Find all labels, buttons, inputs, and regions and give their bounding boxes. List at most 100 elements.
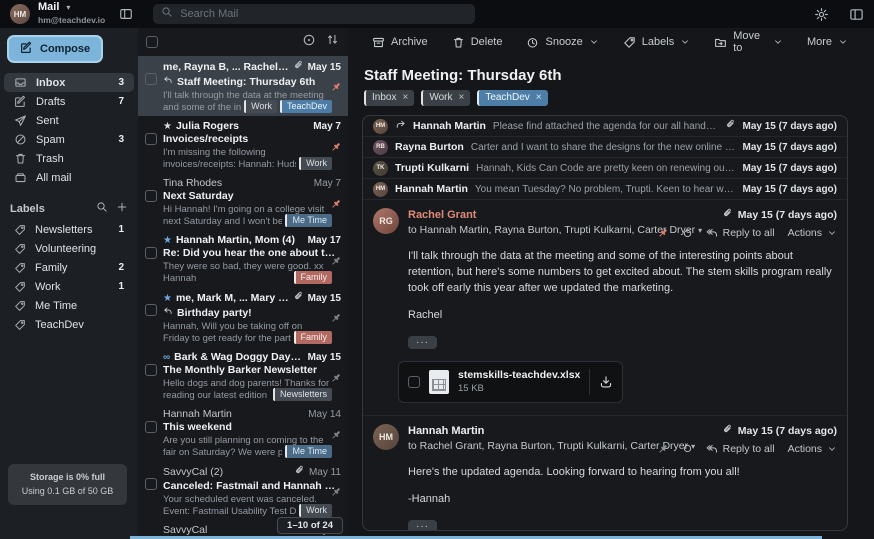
- email-checkbox[interactable]: [145, 133, 157, 145]
- delete-button[interactable]: Delete: [452, 36, 503, 49]
- account-switcher[interactable]: Mail hm@teachdev.io: [38, 1, 105, 27]
- pin-icon[interactable]: [330, 312, 342, 324]
- email-list-item[interactable]: Tina Rhodes May 7 Next Saturday Hi Hanna…: [138, 173, 348, 230]
- message-recipients[interactable]: to Rachel Grant, Rayna Burton, Trupti Ku…: [408, 439, 648, 453]
- email-list-item[interactable]: ★ Julia Rogers May 7 Invoices/receipts I…: [138, 116, 348, 173]
- sidebar-item-all-mail[interactable]: All mail: [4, 168, 134, 187]
- email-list-item[interactable]: ∞ Bark & Wag Doggy Daycare May 15 The Mo…: [138, 347, 348, 404]
- remove-label-icon[interactable]: [402, 90, 408, 106]
- collapsed-message[interactable]: RB Rayna Burton Carter and I want to sha…: [363, 137, 847, 158]
- email-checkbox[interactable]: [145, 304, 157, 316]
- email-list-item[interactable]: me, Rayna B, ... Rachel G (6) May 15 Sta…: [138, 56, 348, 116]
- email-checkbox[interactable]: [145, 421, 157, 433]
- reply-all-button[interactable]: Reply to all: [706, 443, 775, 455]
- read-filter-icon[interactable]: [302, 33, 316, 52]
- star-icon[interactable]: ★: [163, 294, 172, 304]
- account-avatar[interactable]: HM: [10, 4, 30, 24]
- snooze-button[interactable]: Snooze: [526, 36, 598, 49]
- move-to-button[interactable]: Move to: [714, 30, 783, 54]
- sidebar-item-inbox[interactable]: Inbox 3: [4, 73, 134, 92]
- show-quoted-text-button[interactable]: [408, 336, 437, 349]
- email-subject: Staff Meeting: Thursday 6th: [177, 76, 315, 89]
- pin-icon[interactable]: [657, 227, 669, 239]
- message-snippet: Please find attached the agenda for our …: [493, 121, 718, 132]
- label-chip[interactable]: Work: [244, 100, 277, 113]
- remove-label-icon[interactable]: [458, 90, 464, 106]
- pin-icon[interactable]: [330, 141, 342, 153]
- sidebar-label-newsletters[interactable]: Newsletters 1: [4, 220, 134, 239]
- label-chip-teachdev[interactable]: TeachDev: [477, 90, 547, 106]
- sidebar-label-teachdev[interactable]: TeachDev: [4, 315, 134, 334]
- compose-button[interactable]: Compose: [7, 35, 103, 63]
- pin-icon[interactable]: [330, 81, 342, 93]
- star-icon[interactable]: ★: [163, 122, 172, 132]
- add-label-icon[interactable]: [116, 201, 128, 216]
- sidebar-item-trash[interactable]: Trash: [4, 149, 134, 168]
- archive-button[interactable]: Archive: [372, 36, 428, 49]
- label-chip[interactable]: Family: [294, 331, 333, 344]
- message-sender[interactable]: Rachel Grant: [408, 208, 648, 223]
- attachment-checkbox[interactable]: [408, 376, 420, 388]
- email-checkbox[interactable]: [145, 73, 157, 85]
- select-all-checkbox[interactable]: [146, 36, 158, 48]
- label-chip[interactable]: Me Time: [285, 214, 332, 227]
- sidebar-item-spam[interactable]: Spam 3: [4, 130, 134, 149]
- pin-icon[interactable]: [657, 443, 669, 455]
- label-chip-work[interactable]: Work: [421, 90, 470, 106]
- search-bar[interactable]: [153, 4, 475, 24]
- pin-icon[interactable]: [330, 372, 342, 384]
- remove-label-icon[interactable]: [536, 90, 542, 106]
- sidebar-label-volunteering[interactable]: Volunteering: [4, 239, 134, 258]
- label-chip[interactable]: Work: [299, 157, 332, 170]
- label-chip[interactable]: Newsletters: [273, 388, 332, 401]
- search-input[interactable]: [180, 8, 467, 20]
- email-list-item[interactable]: Hannah Martin May 14 This weekend Are yo…: [138, 404, 348, 461]
- app-name[interactable]: Mail: [38, 1, 105, 14]
- mark-unread-icon[interactable]: [682, 228, 693, 239]
- pagination[interactable]: 1–10 of 24: [277, 517, 343, 534]
- actions-button[interactable]: Actions: [788, 227, 837, 239]
- sort-icon[interactable]: [326, 33, 339, 51]
- sidebar-label-family[interactable]: Family 2: [4, 258, 134, 277]
- pin-icon[interactable]: [330, 255, 342, 267]
- actions-button[interactable]: Actions: [788, 443, 837, 455]
- pin-icon[interactable]: [330, 429, 342, 441]
- mark-unread-icon[interactable]: [682, 443, 693, 454]
- message-sender[interactable]: Hannah Martin: [408, 424, 648, 439]
- reply-all-button[interactable]: Reply to all: [706, 227, 775, 239]
- drafts-count: 7: [118, 96, 124, 107]
- sidebar-item-drafts[interactable]: Drafts 7: [4, 92, 134, 111]
- label-chip[interactable]: Me Time: [285, 445, 332, 458]
- sidebar-label-me-time[interactable]: Me Time: [4, 296, 134, 315]
- message-recipients[interactable]: to Hannah Martin, Rayna Burton, Trupti K…: [408, 223, 648, 237]
- email-checkbox[interactable]: [145, 190, 157, 202]
- email-checkbox[interactable]: [145, 247, 157, 259]
- download-icon[interactable]: [599, 375, 613, 389]
- labels-button[interactable]: Labels: [623, 36, 690, 49]
- email-checkbox[interactable]: [145, 478, 157, 490]
- sidebar-item-sent[interactable]: Sent: [4, 111, 134, 130]
- label-chip[interactable]: TeachDev: [280, 100, 332, 113]
- email-list-item[interactable]: ★ me, Mark M, ... Mary G (8) May 15 Birt…: [138, 287, 348, 347]
- email-checkbox[interactable]: [145, 364, 157, 376]
- collapsed-message[interactable]: TK Trupti Kulkarni Hannah, Kids Can Code…: [363, 158, 847, 179]
- label-chip[interactable]: Work: [299, 504, 332, 517]
- sidebar-label-work[interactable]: Work 1: [4, 277, 134, 296]
- star-icon[interactable]: ★: [163, 236, 172, 246]
- collapsed-message[interactable]: HM Hannah Martin Please find attached th…: [363, 116, 847, 137]
- pin-icon[interactable]: [330, 198, 342, 210]
- tag-icon: [623, 36, 636, 49]
- collapsed-message[interactable]: HM Hannah Martin You mean Tuesday? No pr…: [363, 179, 847, 200]
- sidebar-toggle-icon[interactable]: [119, 7, 133, 21]
- settings-gear-icon[interactable]: [814, 7, 829, 22]
- email-list-item[interactable]: ★ Hannah Martin, Mom (4) May 17 Re: Did …: [138, 230, 348, 287]
- reading-pane-toggle-icon[interactable]: [849, 7, 864, 22]
- more-button[interactable]: More: [807, 36, 848, 48]
- email-list-item[interactable]: SavvyCal (2) May 11 Canceled: Fastmail a…: [138, 461, 348, 520]
- label-chip-inbox[interactable]: Inbox: [364, 90, 414, 106]
- show-quoted-text-button[interactable]: [408, 520, 437, 531]
- label-chip[interactable]: Family: [294, 271, 333, 284]
- pin-icon[interactable]: [330, 486, 342, 498]
- attachment-card[interactable]: stemskills-teachdev.xlsx 15 KB: [398, 361, 623, 403]
- label-search-icon[interactable]: [96, 201, 108, 216]
